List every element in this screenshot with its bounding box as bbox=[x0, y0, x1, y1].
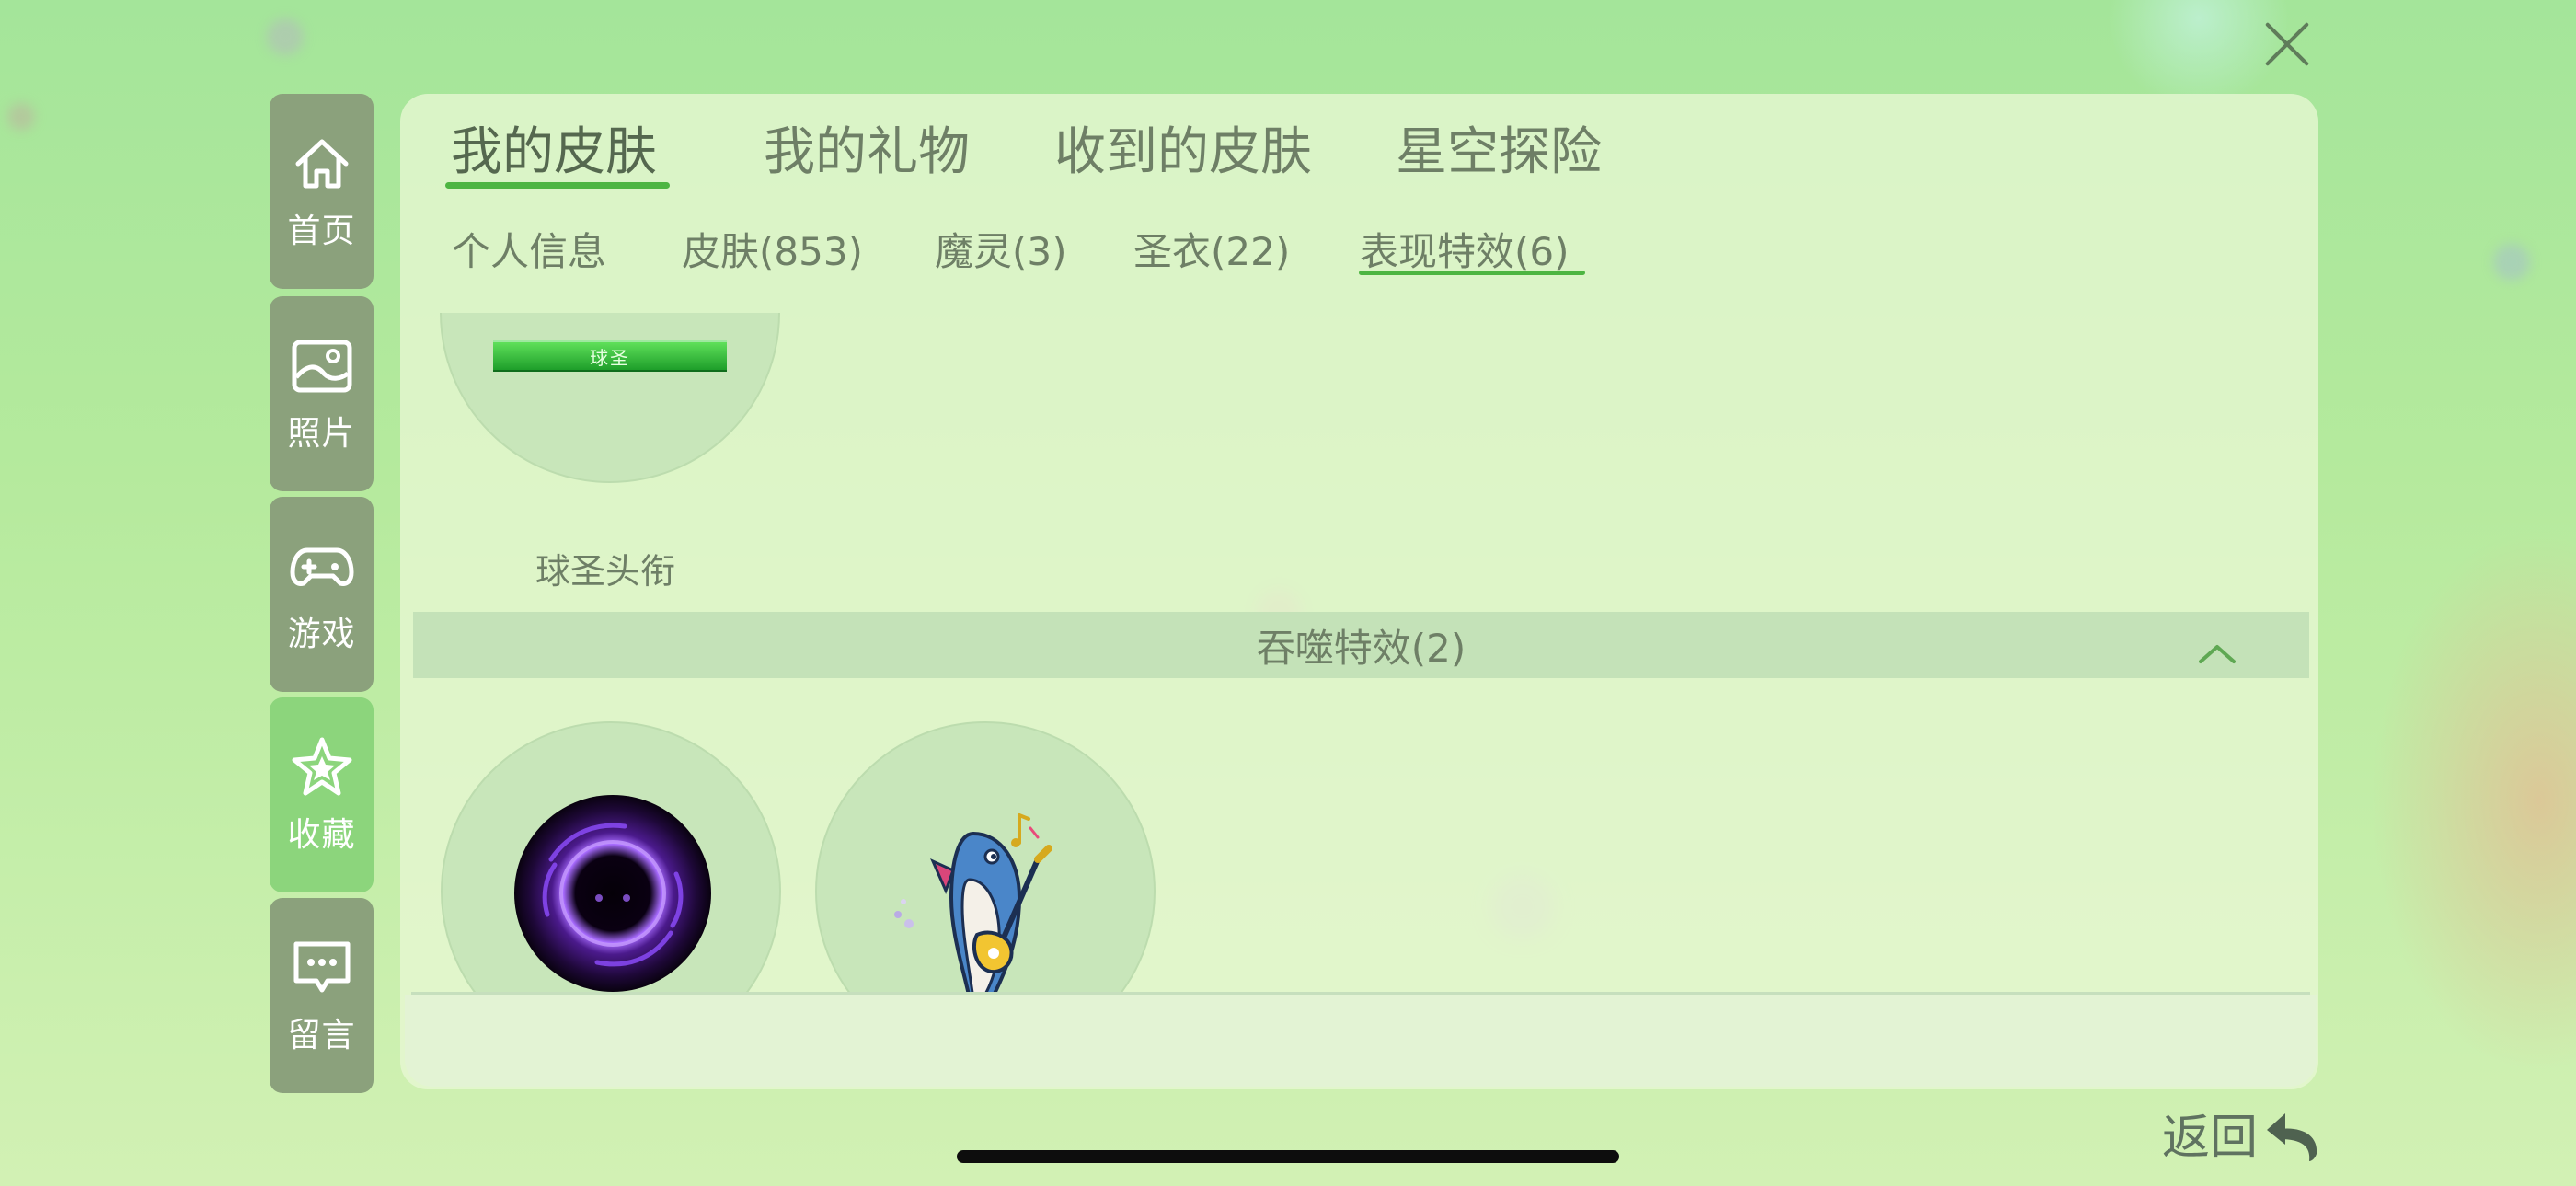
subtab-skins[interactable]: 皮肤(853) bbox=[682, 221, 863, 277]
tab-active-indicator bbox=[445, 182, 670, 189]
photo-icon bbox=[292, 340, 351, 393]
panel-footer bbox=[405, 995, 2317, 1087]
background-bokeh bbox=[267, 18, 304, 55]
close-button[interactable] bbox=[2261, 18, 2313, 70]
background-bokeh bbox=[7, 103, 35, 131]
tab-my-skins[interactable]: 我的皮肤 bbox=[451, 110, 657, 185]
subtab-armor[interactable]: 圣衣(22) bbox=[1133, 221, 1290, 277]
sidebar-item-label: 游戏 bbox=[287, 616, 356, 653]
purple-vortex-icon bbox=[514, 795, 711, 992]
section-header-devour-effects[interactable]: 吞噬特效(2) bbox=[413, 612, 2309, 678]
section-title: 吞噬特效(2) bbox=[1256, 625, 1466, 671]
back-arrow-icon bbox=[2267, 1113, 2317, 1161]
subtab-effects[interactable]: 表现特效(6) bbox=[1360, 221, 1570, 277]
title-item-card[interactable] bbox=[440, 313, 780, 483]
subtab-profile[interactable]: 个人信息 bbox=[452, 221, 606, 277]
home-indicator bbox=[957, 1150, 1619, 1163]
sidebar-item-label: 照片 bbox=[287, 415, 356, 453]
tab-my-gifts[interactable]: 我的礼物 bbox=[764, 110, 970, 185]
title-badge: 球圣 bbox=[493, 340, 727, 372]
background-bokeh bbox=[2493, 244, 2530, 281]
subtab-spirits[interactable]: 魔灵(3) bbox=[935, 221, 1067, 277]
back-button[interactable]: 返回 bbox=[2162, 1100, 2326, 1166]
sidebar-item-photos[interactable]: 照片 bbox=[270, 296, 374, 491]
sidebar-item-label: 收藏 bbox=[287, 816, 356, 854]
sidebar-item-games[interactable]: 游戏 bbox=[270, 497, 374, 692]
gamepad-icon bbox=[290, 547, 353, 586]
message-icon bbox=[293, 941, 350, 993]
sidebar-item-favorites[interactable]: 收藏 bbox=[270, 697, 374, 892]
guitar-fish-icon bbox=[894, 813, 1052, 1004]
tab-received-skins[interactable]: 收到的皮肤 bbox=[1054, 110, 1312, 185]
sidebar-item-messages[interactable]: 留言 bbox=[270, 898, 374, 1093]
title-item-label: 球圣头衔 bbox=[535, 551, 676, 592]
subtab-active-indicator bbox=[1359, 271, 1585, 275]
sidebar-item-label: 留言 bbox=[287, 1017, 356, 1054]
star-icon bbox=[292, 737, 351, 796]
back-label: 返回 bbox=[2162, 1110, 2259, 1166]
chevron-up-icon[interactable] bbox=[2199, 636, 2236, 673]
sidebar-item-label: 首页 bbox=[287, 213, 356, 250]
home-icon bbox=[295, 139, 348, 189]
title-badge-text: 球圣 bbox=[590, 346, 630, 369]
title-item-viewport: 球圣 bbox=[432, 313, 791, 534]
tab-star-adventure[interactable]: 星空探险 bbox=[1396, 110, 1602, 185]
sidebar-item-home[interactable]: 首页 bbox=[270, 94, 374, 289]
